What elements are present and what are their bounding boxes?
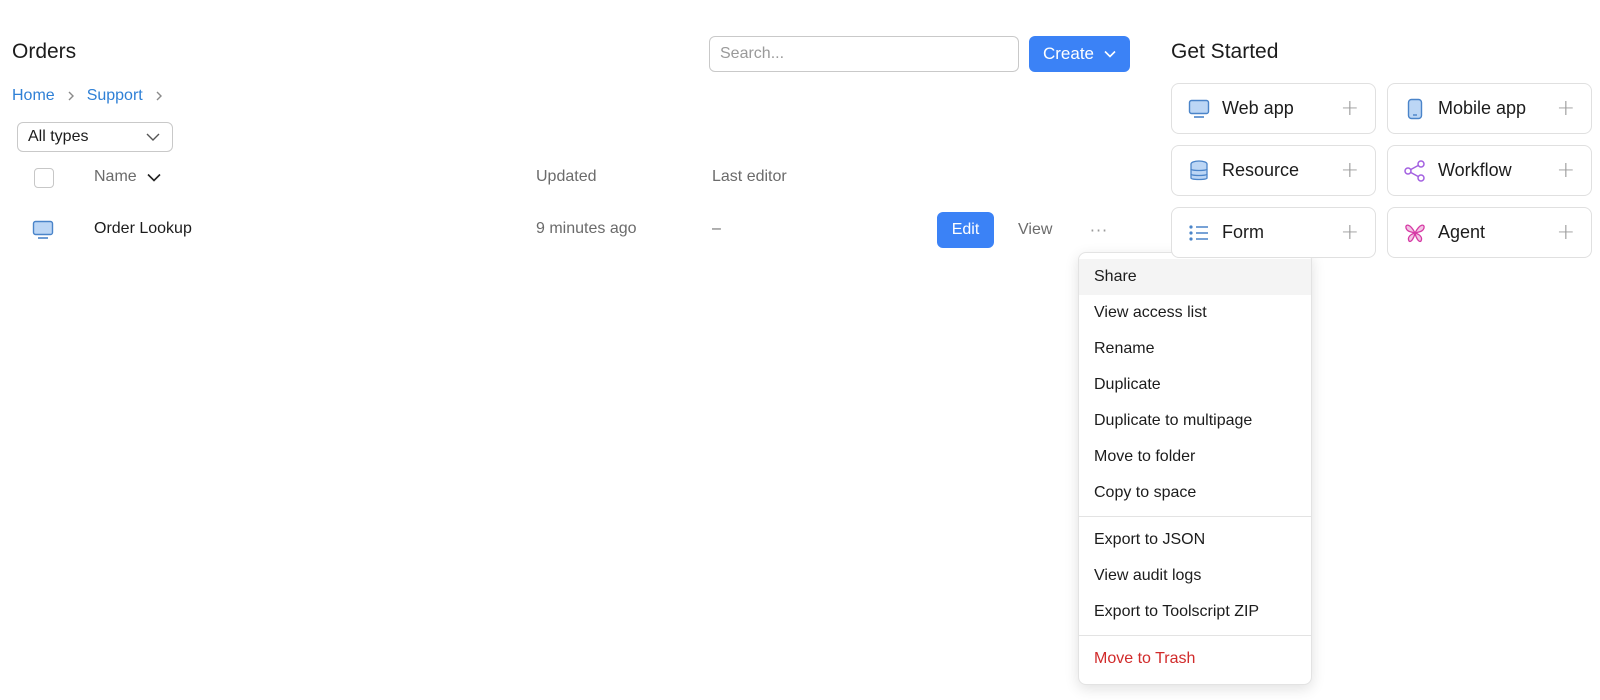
- get-started-web-app[interactable]: Web app +: [1171, 83, 1376, 134]
- select-all-checkbox[interactable]: [34, 168, 54, 188]
- get-started-form-label: Form: [1222, 222, 1264, 242]
- view-button[interactable]: View: [1010, 212, 1060, 248]
- table-row-updated: 9 minutes ago: [536, 220, 637, 237]
- get-started-workflow-label: Workflow: [1438, 160, 1512, 180]
- column-header-last-editor[interactable]: Last editor: [712, 168, 787, 186]
- get-started-mobile-app[interactable]: Mobile app +: [1387, 83, 1592, 134]
- menu-item-move-to-folder[interactable]: Move to folder: [1079, 439, 1311, 475]
- get-started-form[interactable]: Form +: [1171, 207, 1376, 258]
- menu-item-copy-to-space[interactable]: Copy to space: [1079, 475, 1311, 511]
- get-started-mobile-app-label: Mobile app: [1438, 98, 1527, 118]
- menu-item-export-json[interactable]: Export to JSON: [1079, 522, 1311, 558]
- table-row-name[interactable]: Order Lookup: [94, 220, 192, 238]
- menu-divider: [1079, 635, 1311, 636]
- chevron-down-icon: [1104, 50, 1116, 58]
- share-nodes-icon: [1404, 159, 1426, 182]
- chevron-right-icon: [68, 91, 74, 101]
- get-started-agent-label: Agent: [1438, 222, 1486, 242]
- agent-icon: [1404, 222, 1426, 244]
- get-started-agent[interactable]: Agent +: [1387, 207, 1592, 258]
- menu-item-view-audit-logs[interactable]: View audit logs: [1079, 558, 1311, 594]
- context-menu: Share View access list Rename Duplicate …: [1078, 252, 1312, 685]
- get-started-title: Get Started: [1171, 40, 1279, 63]
- plus-icon: +: [1556, 158, 1575, 183]
- chevron-down-icon: [147, 173, 161, 182]
- column-header-name-label: Name: [94, 168, 137, 185]
- search-input[interactable]: [709, 36, 1019, 72]
- menu-item-duplicate[interactable]: Duplicate: [1079, 367, 1311, 403]
- table-row-last-editor: –: [712, 220, 721, 237]
- menu-item-share[interactable]: Share: [1079, 259, 1311, 295]
- plus-icon: +: [1556, 220, 1575, 245]
- breadcrumb-home[interactable]: Home: [12, 87, 55, 105]
- plus-icon: +: [1556, 96, 1575, 121]
- type-filter-value: All types: [28, 128, 89, 145]
- menu-item-rename[interactable]: Rename: [1079, 331, 1311, 367]
- monitor-icon: [32, 220, 54, 245]
- breadcrumb-support[interactable]: Support: [87, 87, 143, 105]
- plus-icon: +: [1340, 96, 1359, 121]
- list-icon: [1188, 222, 1210, 244]
- database-icon: [1188, 159, 1210, 182]
- menu-item-export-toolscript-zip[interactable]: Export to Toolscript ZIP: [1079, 594, 1311, 630]
- plus-icon: +: [1340, 158, 1359, 183]
- create-button-label: Create: [1042, 44, 1095, 63]
- get-started-resource[interactable]: Resource +: [1171, 145, 1376, 196]
- breadcrumb: Home Support: [12, 87, 169, 105]
- get-started-web-app-label: Web app: [1222, 98, 1294, 118]
- menu-item-duplicate-to-multipage[interactable]: Duplicate to multipage: [1079, 403, 1311, 439]
- page-title: Orders: [12, 40, 77, 63]
- plus-icon: +: [1340, 220, 1359, 245]
- menu-item-view-access-list[interactable]: View access list: [1079, 295, 1311, 331]
- more-options-button[interactable]: ···: [1084, 212, 1114, 248]
- chevron-right-icon: [156, 91, 162, 101]
- phone-icon: [1404, 98, 1426, 120]
- type-filter-select[interactable]: All types: [17, 122, 173, 152]
- column-header-name[interactable]: Name: [94, 168, 161, 186]
- column-header-updated[interactable]: Updated: [536, 168, 597, 186]
- menu-divider: [1079, 516, 1311, 517]
- chevron-down-icon: [146, 133, 160, 141]
- edit-button[interactable]: Edit: [937, 212, 994, 248]
- get-started-workflow[interactable]: Workflow +: [1387, 145, 1592, 196]
- get-started-resource-label: Resource: [1222, 160, 1300, 180]
- monitor-icon: [1188, 98, 1210, 120]
- create-button[interactable]: Create: [1029, 36, 1130, 72]
- menu-item-move-to-trash[interactable]: Move to Trash: [1079, 641, 1311, 677]
